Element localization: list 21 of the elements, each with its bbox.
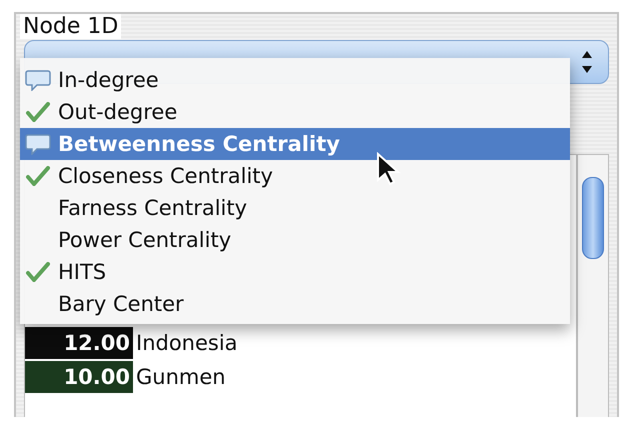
menu-item[interactable]: Bary Center bbox=[20, 288, 570, 320]
menu-item[interactable]: In-degree bbox=[20, 64, 570, 96]
check-icon bbox=[26, 102, 50, 122]
check-icon bbox=[26, 166, 50, 186]
scrollbar[interactable] bbox=[577, 154, 609, 417]
name-cell-text: Gunmen bbox=[135, 365, 226, 389]
speech-bubble-icon bbox=[25, 69, 51, 91]
menu-item[interactable]: HITS bbox=[20, 256, 570, 288]
mouse-pointer-icon bbox=[376, 152, 402, 186]
menu-item[interactable]: Closeness Centrality bbox=[20, 160, 570, 192]
value-cell: 12.00 bbox=[25, 327, 133, 359]
scroll-thumb[interactable] bbox=[582, 177, 604, 259]
speech-bubble-icon bbox=[25, 133, 51, 155]
value-cell: 10.00 bbox=[25, 361, 133, 393]
name-cell-text: Indonesia bbox=[135, 331, 238, 355]
panel-title: Node 1D bbox=[20, 14, 122, 39]
menu-item[interactable]: Power Centrality bbox=[20, 224, 570, 256]
menu-item[interactable]: Farness Centrality bbox=[20, 192, 570, 224]
check-icon bbox=[26, 262, 50, 282]
menu-item[interactable]: Out-degree bbox=[20, 96, 570, 128]
menu-item[interactable]: Betweenness Centrality bbox=[20, 128, 570, 160]
